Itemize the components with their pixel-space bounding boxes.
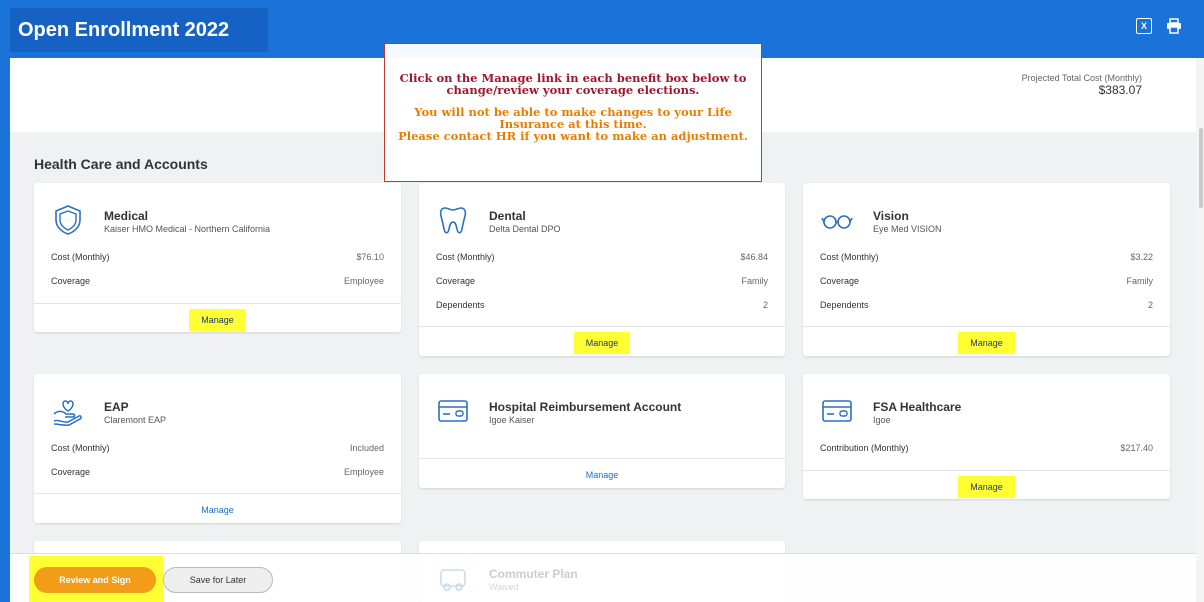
hra-manage-area: Manage (419, 458, 785, 490)
vision-manage-area: Manage (803, 326, 1170, 358)
dental-name: Dental (489, 209, 526, 223)
vision-card: Vision Eye Med VISION Cost (Monthly) $3.2… (803, 183, 1170, 356)
eap-manage-area: Manage (34, 493, 401, 525)
enrollment-notice: Click on the Manage link in each benefit… (384, 43, 762, 182)
eap-manage-link[interactable]: Manage (189, 499, 246, 521)
tooth-icon (439, 207, 467, 234)
dental-card: Dental Delta Dental DPO Cost (Monthly) $4… (419, 183, 785, 356)
medical-coverage-row: Coverage Employee (51, 276, 384, 286)
hra-manage-link[interactable]: Manage (574, 464, 631, 486)
cost-value: $76.10 (356, 252, 384, 262)
fsa-manage-area: Manage (803, 470, 1170, 502)
review-and-sign-button[interactable]: Review and Sign (34, 567, 156, 593)
shield-icon (55, 205, 81, 235)
commuter-name: Commuter Plan (489, 567, 578, 581)
commuter-plan: Waived (489, 582, 519, 592)
eap-card: EAP Claremont EAP Cost (Monthly) Included… (34, 374, 401, 523)
left-edge (0, 0, 10, 602)
medical-name: Medical (104, 209, 149, 223)
app-frame: Open Enrollment 2022 X Projected Total C… (0, 0, 1204, 602)
card-icon (822, 400, 852, 422)
vision-manage-link[interactable]: Manage (958, 331, 1015, 354)
fsa-plan: Igoe (873, 415, 891, 425)
eap-name: EAP (104, 400, 129, 414)
dental-plan: Delta Dental DPO (489, 224, 561, 234)
hra-plan: Igoe Kaiser (489, 415, 535, 425)
coverage-label: Coverage (820, 276, 860, 286)
coverage-value: Family (741, 276, 769, 286)
fsa-card: FSA Healthcare Igoe Contribution (Monthl… (803, 374, 1170, 499)
eap-coverage-row: Coverage Employee (51, 467, 384, 477)
cost-label: Cost (Monthly) (436, 252, 495, 262)
cost-label: Cost (Monthly) (51, 252, 110, 262)
hra-card: Hospital Reimbursement Account Igoe Kais… (419, 374, 785, 488)
medical-manage-link[interactable]: Manage (189, 308, 246, 331)
dental-cost-row: Cost (Monthly) $46.84 (436, 252, 768, 262)
page-title-box: Open Enrollment 2022 (8, 8, 268, 52)
contribution-value: $217.40 (1120, 443, 1153, 453)
glasses-icon (821, 215, 853, 229)
header-actions: X (1136, 18, 1182, 34)
vision-name: Vision (873, 209, 909, 223)
car-icon (440, 569, 466, 591)
scrollbar-thumb[interactable] (1199, 128, 1203, 208)
medical-manage-area: Manage (34, 303, 401, 335)
vision-plan: Eye Med VISION (873, 224, 942, 234)
cost-value: $46.84 (740, 252, 768, 262)
medical-cost-row: Cost (Monthly) $76.10 (51, 252, 384, 262)
print-icon[interactable] (1166, 18, 1182, 34)
dependents-value: 2 (1147, 300, 1153, 310)
eap-plan: Claremont EAP (104, 415, 167, 425)
fsa-manage-link[interactable]: Manage (958, 475, 1015, 498)
projected-total-label: Projected Total Cost (Monthly) (1021, 73, 1142, 83)
contribution-label: Contribution (Monthly) (820, 443, 909, 453)
save-for-later-button[interactable]: Save for Later (163, 567, 273, 593)
dental-manage-area: Manage (419, 326, 785, 358)
medical-card: Medical Kaiser HMO Medical - Northern Ca… (34, 183, 401, 332)
section-title: Health Care and Accounts (34, 156, 208, 172)
cost-label: Cost (Monthly) (51, 443, 110, 453)
scrollbar[interactable] (1196, 58, 1204, 602)
excel-icon[interactable]: X (1136, 18, 1152, 34)
eap-cost-row: Cost (Monthly) Included (51, 443, 384, 453)
cost-value: Included (349, 443, 384, 453)
notice-line-2: change/review your coverage elections. (446, 83, 700, 97)
coverage-value: Employee (343, 467, 384, 477)
dental-coverage-row: Coverage Family (436, 276, 768, 286)
notice-line-5: Please contact HR if you want to make an… (398, 129, 748, 143)
medical-plan: Kaiser HMO Medical - Northern California (104, 224, 271, 234)
hands-heart-icon (53, 400, 82, 427)
dental-manage-link[interactable]: Manage (573, 331, 631, 354)
dependents-label: Dependents (820, 300, 869, 310)
hra-name: Hospital Reimbursement Account (489, 400, 682, 414)
fsa-contribution-row: Contribution (Monthly) $217.40 (820, 443, 1153, 453)
coverage-value: Family (1126, 276, 1154, 286)
dependents-label: Dependents (436, 300, 485, 310)
cost-label: Cost (Monthly) (820, 252, 879, 262)
coverage-value: Employee (343, 276, 384, 286)
projected-total-value: $383.07 (1098, 83, 1142, 97)
page-title: Open Enrollment 2022 (18, 18, 230, 41)
coverage-label: Coverage (51, 276, 91, 286)
dental-dependents-row: Dependents 2 (436, 300, 768, 310)
coverage-label: Coverage (51, 467, 91, 477)
vision-coverage-row: Coverage Family (820, 276, 1153, 286)
vision-cost-row: Cost (Monthly) $3.22 (820, 252, 1153, 262)
card-icon (438, 400, 468, 422)
projected-total: Projected Total Cost (Monthly) $383.07 (1022, 73, 1142, 97)
cost-value: $3.22 (1130, 252, 1153, 262)
coverage-label: Coverage (436, 276, 476, 286)
dependents-value: 2 (762, 300, 768, 310)
fsa-name: FSA Healthcare (873, 400, 962, 414)
vision-dependents-row: Dependents 2 (820, 300, 1153, 310)
